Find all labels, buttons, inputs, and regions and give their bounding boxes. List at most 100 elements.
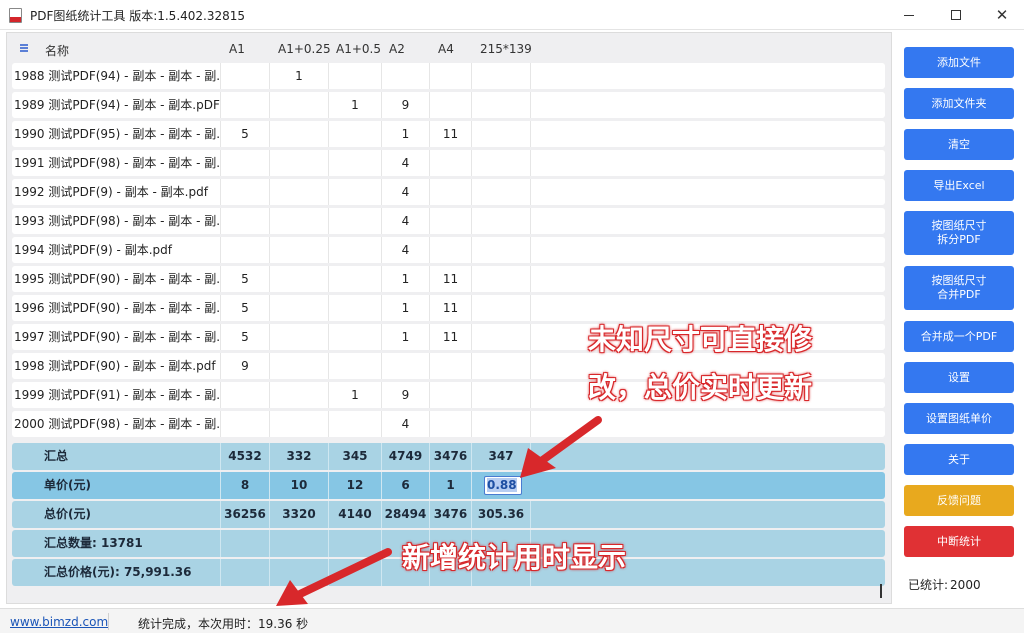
- unit-price-215-input[interactable]: 0.88: [484, 476, 522, 495]
- maximize-button[interactable]: [933, 0, 979, 30]
- minimize-button[interactable]: [886, 0, 932, 30]
- about-button[interactable]: 关于: [904, 444, 1014, 475]
- row-count-a2: 9: [382, 92, 430, 118]
- row-count-a1: [221, 63, 270, 89]
- export-excel-button[interactable]: 导出Excel: [904, 170, 1014, 201]
- unit-price-215-value: 0.88: [487, 478, 517, 492]
- row-count-a1p: [270, 266, 329, 292]
- split-pdf-button[interactable]: 按图纸尺寸 拆分PDF: [904, 211, 1014, 255]
- row-count-c215: [472, 324, 531, 350]
- header-a1[interactable]: A1: [229, 42, 245, 56]
- row-count-a4: [430, 150, 472, 176]
- table-row[interactable]: 1991 测试PDF(98) - 副本 - 副本 - 副... 4: [12, 150, 885, 176]
- row-count-a1: [221, 150, 270, 176]
- row-count-c215: [472, 237, 531, 263]
- row-count-a1: [221, 92, 270, 118]
- website-link[interactable]: www.bimzd.com: [10, 615, 108, 629]
- row-count-c215: [472, 179, 531, 205]
- row-count-a4: [430, 237, 472, 263]
- row-count-a2: 4: [382, 411, 430, 437]
- close-button[interactable]: ✕: [979, 0, 1024, 30]
- row-count-a1p: [270, 382, 329, 408]
- unit-price-a1p[interactable]: 10: [270, 472, 329, 499]
- row-file-name: 1999 测试PDF(91) - 副本 - 副本 - 副...: [12, 382, 221, 408]
- unit-price-a1[interactable]: 8: [221, 472, 270, 499]
- clear-button[interactable]: 清空: [904, 129, 1014, 160]
- merge-size-pdf-button[interactable]: 按图纸尺寸 合并PDF: [904, 266, 1014, 310]
- maximize-icon: [951, 10, 961, 20]
- table-row[interactable]: 1994 测试PDF(9) - 副本.pdf 4: [12, 237, 885, 263]
- table-row[interactable]: 1995 测试PDF(90) - 副本 - 副本 - 副... 5 1 11: [12, 266, 885, 292]
- total-price-a2: 28494: [382, 501, 430, 528]
- row-count-a2: 1: [382, 324, 430, 350]
- row-count-a1p: [270, 353, 329, 379]
- row-file-name: 2000 测试PDF(98) - 副本 - 副本 - 副...: [12, 411, 221, 437]
- row-count-a4: [430, 92, 472, 118]
- scrollbar-marker[interactable]: [880, 584, 882, 598]
- header-a4[interactable]: A4: [438, 42, 454, 56]
- row-file-name: 1994 测试PDF(9) - 副本.pdf: [12, 237, 221, 263]
- row-count-a105: [329, 295, 382, 321]
- row-count-a4: [430, 63, 472, 89]
- summary-row-unit-price: 单价(元) 8 10 12 6 1 0.88: [12, 472, 885, 499]
- close-icon: ✕: [995, 6, 1009, 24]
- header-name[interactable]: 名称: [45, 42, 69, 59]
- row-count-a105: [329, 208, 382, 234]
- unit-price-a4[interactable]: 1: [430, 472, 472, 499]
- row-count-a105: [329, 179, 382, 205]
- row-count-a105: 1: [329, 92, 382, 118]
- row-count-a1: [221, 208, 270, 234]
- row-count-a4: [430, 411, 472, 437]
- row-file-name: 1997 测试PDF(90) - 副本 - 副本 - 副...: [12, 324, 221, 350]
- table-row[interactable]: 2000 测试PDF(98) - 副本 - 副本 - 副... 4: [12, 411, 885, 437]
- window-title: PDF图纸统计工具 版本:1.5.402.32815: [30, 9, 246, 23]
- table-row[interactable]: 1990 测试PDF(95) - 副本 - 副本 - 副... 5 1 11: [12, 121, 885, 147]
- row-count-a2: 4: [382, 237, 430, 263]
- annotation-text-line1: 未知尺寸可直接修: [588, 323, 813, 356]
- table-row[interactable]: 1988 测试PDF(94) - 副本 - 副本 - 副... 1: [12, 63, 885, 89]
- row-file-name: 1988 测试PDF(94) - 副本 - 副本 - 副...: [12, 63, 221, 89]
- row-count-c215: [472, 63, 531, 89]
- unit-price-a105[interactable]: 12: [329, 472, 382, 499]
- minimize-icon: [904, 14, 914, 16]
- summary-row-total-price: 总价(元) 36256 3320 4140 28494 3476 305.36: [12, 501, 885, 528]
- row-file-name: 1989 测试PDF(94) - 副本 - 副本.pDF: [12, 92, 221, 118]
- total-price-215: 305.36: [472, 501, 531, 528]
- annotation-text-line3: 新增统计用时显示: [402, 541, 627, 574]
- counter-label: 已统计:: [908, 578, 949, 592]
- row-count-a4: [430, 382, 472, 408]
- set-price-button[interactable]: 设置图纸单价: [904, 403, 1014, 434]
- row-count-a1p: [270, 324, 329, 350]
- add-file-button[interactable]: 添加文件: [904, 47, 1014, 78]
- feedback-button[interactable]: 反馈问题: [904, 485, 1014, 516]
- header-menu-icon[interactable]: [20, 44, 28, 52]
- row-count-c215: [472, 150, 531, 176]
- table-row[interactable]: 1992 测试PDF(9) - 副本 - 副本.pdf 4: [12, 179, 885, 205]
- app-icon: [9, 8, 22, 23]
- merge-one-pdf-button[interactable]: 合并成一个PDF: [904, 321, 1014, 352]
- unit-price-a2[interactable]: 6: [382, 472, 430, 499]
- header-a2[interactable]: A2: [389, 42, 405, 56]
- status-bar: www.bimzd.com 统计完成，本次用时：19.36 秒: [0, 608, 1024, 633]
- row-file-name: 1996 测试PDF(90) - 副本 - 副本 - 副...: [12, 295, 221, 321]
- row-count-a4: 11: [430, 295, 472, 321]
- summary-total-a105: 345: [329, 443, 382, 470]
- header-a1-plus-025[interactable]: A1+0.25: [278, 42, 331, 56]
- header-a1-plus-05[interactable]: A1+0.5: [336, 42, 381, 56]
- settings-button[interactable]: 设置: [904, 362, 1014, 393]
- header-215x139[interactable]: 215*139: [480, 42, 532, 56]
- row-count-a4: [430, 208, 472, 234]
- row-count-a4: [430, 179, 472, 205]
- processed-counter: 已统计: 2000: [908, 576, 981, 593]
- row-file-name: 1990 测试PDF(95) - 副本 - 副本 - 副...: [12, 121, 221, 147]
- stop-button[interactable]: 中断统计: [904, 526, 1014, 557]
- table-row[interactable]: 1989 测试PDF(94) - 副本 - 副本.pDF 1 9: [12, 92, 885, 118]
- row-count-a1: 5: [221, 121, 270, 147]
- row-count-a105: 1: [329, 382, 382, 408]
- row-count-c215: [472, 92, 531, 118]
- counter-value: 2000: [950, 578, 981, 592]
- add-folder-button[interactable]: 添加文件夹: [904, 88, 1014, 119]
- table-row[interactable]: 1993 测试PDF(98) - 副本 - 副本 - 副... 4: [12, 208, 885, 234]
- row-count-a2: [382, 353, 430, 379]
- total-price-label: 总价(元): [12, 501, 221, 528]
